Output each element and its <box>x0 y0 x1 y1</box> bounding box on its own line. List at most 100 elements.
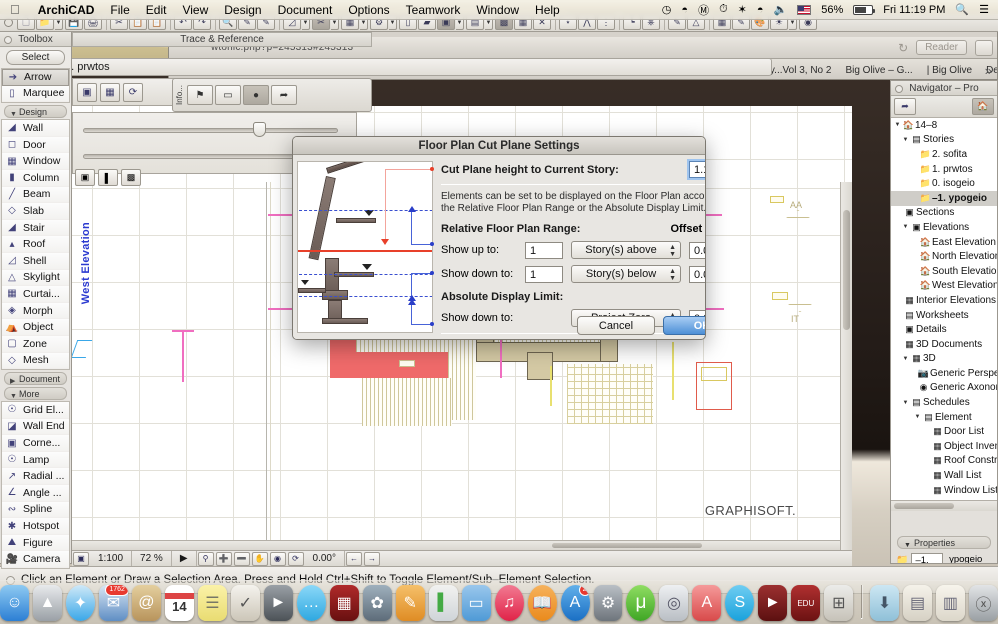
zoom-value[interactable]: 72 % <box>132 551 172 566</box>
menu-teamwork[interactable]: Teamwork <box>398 1 469 19</box>
previous-zoom-icon[interactable]: ← <box>346 552 362 566</box>
zoom-out-icon[interactable]: ➖ <box>234 552 250 566</box>
time-machine-icon[interactable]: ⏱ <box>714 3 733 16</box>
window-symbol[interactable] <box>772 292 788 300</box>
trace-reference-copy-icon[interactable]: ▦ <box>100 83 120 102</box>
tool-stair[interactable]: ◢Stair <box>2 220 69 237</box>
dock-app-facetime[interactable]: ► <box>264 585 293 621</box>
menu-edit[interactable]: Edit <box>138 1 175 19</box>
tool-hotspot[interactable]: ✱Hotspot <box>2 518 69 535</box>
tree-item-elevations[interactable]: ▼▣Elevations <box>891 220 997 235</box>
us-flag-icon[interactable] <box>792 5 816 15</box>
tool-grid-element[interactable]: ☉Grid El... <box>2 402 69 419</box>
show-down-to-number-input[interactable]: 1 <box>525 266 563 283</box>
dock-app-reminders[interactable]: ✓ <box>231 585 260 621</box>
navigator-popup-icon[interactable]: ➦ <box>894 98 916 115</box>
menu-app-name[interactable]: ArchiCAD <box>30 1 103 19</box>
story-number-field[interactable]: –1. <box>911 553 943 564</box>
dock-app-notes[interactable]: ☰ <box>198 585 227 621</box>
apple-icon[interactable]:  <box>0 3 30 16</box>
elevation-marker-icon[interactable] <box>74 340 86 356</box>
tree-item-story-1[interactable]: 📁1. prwtos <box>891 162 997 177</box>
trace-reference-rotate-icon[interactable]: ⟳ <box>123 83 143 102</box>
tree-item-3d-documents[interactable]: ▦3D Documents <box>891 337 997 352</box>
dock-app-system-preferences[interactable]: ⚙ <box>594 585 623 621</box>
tool-arrow[interactable]: ➔ Arrow <box>2 69 69 86</box>
dock-app-finder[interactable]: ☺ <box>0 585 29 621</box>
toolbox-select-group-button[interactable]: Select <box>6 50 65 65</box>
toolbox-group-more[interactable]: ▼ More <box>4 387 67 400</box>
orient-icon[interactable]: ⟳ <box>288 552 304 566</box>
tree-item-story-0[interactable]: 📁0. isogeio <box>891 176 997 191</box>
dock-trash[interactable]: ⓧ <box>969 585 998 621</box>
chevron-down-icon[interactable]: ▼ <box>901 224 910 230</box>
dock-app-appstore[interactable]: A2 <box>561 585 590 621</box>
toolbox-group-document[interactable]: ▶ Document <box>4 372 67 385</box>
trace-show-original-icon[interactable]: ▣ <box>75 169 95 186</box>
tool-spline[interactable]: ∾Spline <box>2 502 69 519</box>
menu-view[interactable]: View <box>174 1 216 19</box>
show-down-to-offset-input[interactable]: 0.000 <box>689 266 706 283</box>
tool-window[interactable]: ▦Window <box>2 153 69 170</box>
dock-app-ibooks[interactable]: 📖 <box>528 585 557 621</box>
canvas-horizontal-scrollbar[interactable] <box>72 540 840 550</box>
menu-file[interactable]: File <box>102 1 137 19</box>
dock-app-numbers[interactable]: ▌ <box>429 585 458 621</box>
pan-icon[interactable]: ✋ <box>252 552 268 566</box>
cut-plane-height-input[interactable]: 1.100 <box>689 161 706 178</box>
canvas-vertical-scrollbar[interactable] <box>840 182 852 550</box>
show-up-to-offset-input[interactable]: 0.000 <box>689 242 706 259</box>
show-up-to-number-input[interactable]: 1 <box>525 242 563 259</box>
tool-figure[interactable]: ⛰Figure <box>2 535 69 552</box>
scale-value[interactable]: 1:100 <box>90 551 132 566</box>
dock-app-utorrent[interactable]: μ <box>626 585 655 621</box>
zoom-marquee-icon[interactable]: ⚲ <box>198 552 214 566</box>
trace-swap-icon[interactable]: ▩ <box>121 169 141 186</box>
tool-wall[interactable]: ◢Wall <box>2 120 69 137</box>
scrollbar-thumb[interactable] <box>894 503 954 509</box>
project-map-icon[interactable]: 🏠 <box>972 98 994 115</box>
tool-door[interactable]: ◻Door <box>2 137 69 154</box>
scrollbar-thumb[interactable] <box>552 543 702 548</box>
trace-split-view-icon[interactable]: ▌ <box>98 169 118 186</box>
ok-button[interactable]: OK <box>663 316 706 335</box>
section-marker-label[interactable]: AA <box>790 200 802 210</box>
dock-app-keynote[interactable]: ▭ <box>462 585 491 621</box>
battery-icon[interactable] <box>848 5 878 15</box>
tree-item-window-list[interactable]: ▦Window List <box>891 483 997 498</box>
tool-morph[interactable]: ◈Morph <box>2 303 69 320</box>
slider-thumb[interactable] <box>253 122 266 137</box>
panel-collapse-dot[interactable] <box>895 85 903 93</box>
navigator-horizontal-scrollbar[interactable] <box>891 500 997 511</box>
west-elevation-marker-label[interactable]: West Elevation <box>80 222 92 304</box>
chevron-down-icon[interactable]: ▼ <box>901 356 910 362</box>
cancel-button[interactable]: Cancel <box>577 316 655 335</box>
dock-app-messages[interactable]: … <box>297 585 326 621</box>
dock-app-photobooth[interactable]: ▦ <box>330 585 359 621</box>
chevron-down-icon[interactable]: ▼ <box>893 122 902 128</box>
trace-reference-toggle-icon[interactable]: ▣ <box>77 83 97 102</box>
tree-item-story-2[interactable]: 📁2. sofita <box>891 147 997 162</box>
tool-mesh[interactable]: ◇Mesh <box>2 353 69 370</box>
dock-app-contacts[interactable]: @ <box>132 585 161 621</box>
properties-section-header[interactable]: ▼ Properties <box>897 536 991 549</box>
tree-item-generic-axonometry[interactable]: ◉Generic Axonome <box>891 381 997 396</box>
tree-item-interior-elevations[interactable]: ▦Interior Elevations <box>891 293 997 308</box>
tree-item-roof-construction[interactable]: ▦Roof Construct <box>891 454 997 469</box>
tool-radial-dimension[interactable]: ↗Radial ... <box>2 468 69 485</box>
menu-options[interactable]: Options <box>340 1 397 19</box>
section-marker-label[interactable]: IT <box>791 314 799 324</box>
spotlight-search-icon[interactable]: 🔍 <box>950 3 974 16</box>
menu-document[interactable]: Document <box>270 1 341 19</box>
dock-stack-folder[interactable]: ▥ <box>936 585 965 621</box>
info-box-arrow-icon[interactable]: ➦ <box>271 85 297 105</box>
tool-camera[interactable]: 🎥Camera <box>2 551 69 568</box>
dock-app-launchpad[interactable]: ▲ <box>33 585 62 621</box>
info-box-selection-icon[interactable]: ● <box>243 85 269 105</box>
at-icon[interactable]: Ⓜ <box>693 2 714 18</box>
orientation-angle-value[interactable]: 0.00° <box>305 551 345 566</box>
tool-shell[interactable]: ◿Shell <box>2 253 69 270</box>
tool-column[interactable]: ▮Column <box>2 170 69 187</box>
dock-app-pages[interactable]: ✎ <box>396 585 425 621</box>
zoom-popup-arrow[interactable]: ▶ <box>172 551 197 566</box>
